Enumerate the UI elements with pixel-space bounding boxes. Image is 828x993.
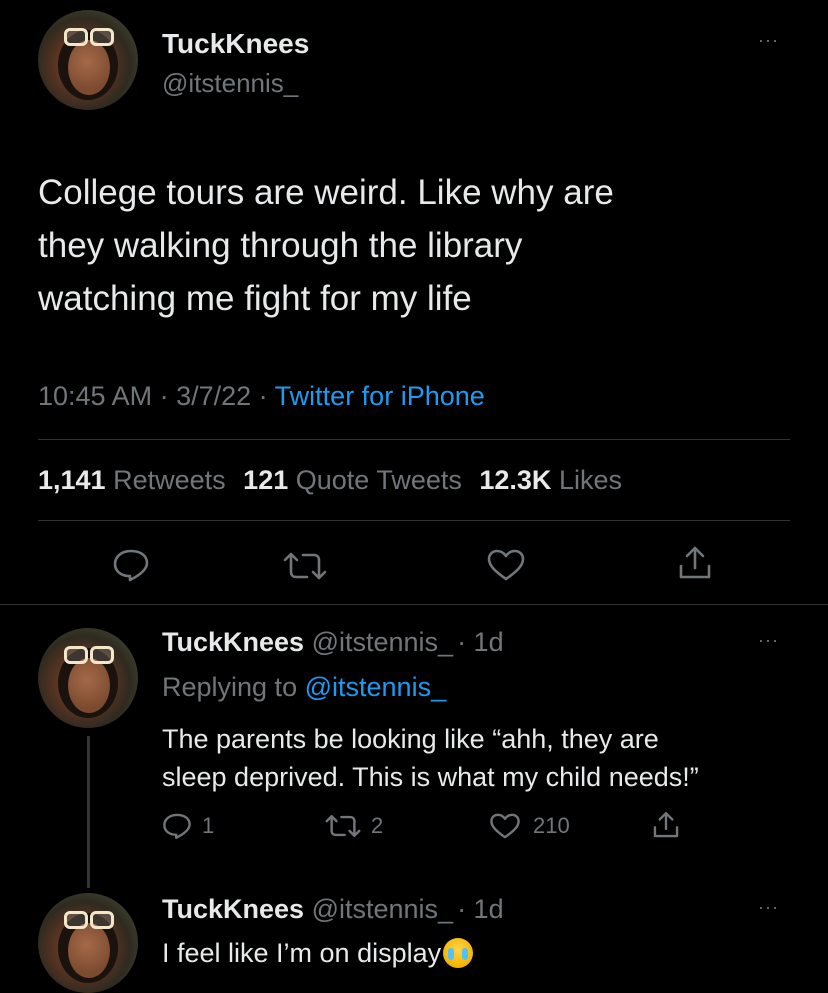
divider — [0, 604, 828, 605]
tweet-time[interactable]: 10:45 AM — [38, 381, 152, 411]
like-count: 210 — [533, 813, 570, 838]
tweet-text-line: The parents be looking like “ahh, they a… — [162, 724, 659, 754]
reply-header: TuckKnees @itstennis_ · 1d — [162, 894, 504, 925]
tweet-date[interactable]: 3/7/22 — [176, 381, 251, 411]
reply-icon — [163, 813, 191, 840]
thread-line — [87, 736, 90, 888]
retweet-icon[interactable] — [283, 550, 327, 582]
avatar[interactable] — [38, 628, 138, 728]
likes-stat[interactable]: 12.3K Likes — [479, 465, 622, 495]
author-display-name[interactable]: TuckKnees — [162, 894, 304, 924]
more-options-icon[interactable]: ··· — [758, 630, 779, 651]
reply-icon[interactable] — [112, 548, 150, 582]
like-icon[interactable] — [486, 548, 526, 582]
tweet-text-line: sleep deprived. This is what my child ne… — [162, 762, 699, 792]
tweet-source-link[interactable]: Twitter for iPhone — [275, 381, 485, 411]
avatar[interactable] — [38, 10, 138, 110]
retweet-button[interactable]: 2 — [325, 813, 383, 839]
tweet-text: College tours are weird. Like why are th… — [38, 166, 614, 325]
meta-separator: · — [251, 381, 275, 411]
retweet-count: 2 — [371, 813, 384, 838]
author-handle[interactable]: @itstennis_ — [312, 627, 453, 657]
reply-count: 1 — [202, 813, 215, 838]
author-handle[interactable]: @itstennis_ — [162, 68, 298, 99]
like-icon — [490, 813, 520, 839]
quote-tweets-stat[interactable]: 121 Quote Tweets — [243, 465, 462, 495]
more-options-icon[interactable]: ··· — [758, 30, 779, 51]
share-icon[interactable] — [651, 810, 681, 840]
avatar[interactable] — [38, 893, 138, 993]
tweet-meta: 10:45 AM · 3/7/22 · Twitter for iPhone — [38, 381, 485, 412]
tweet-text-line: College tours are weird. Like why are — [38, 173, 614, 212]
tweet-stats: 1,141 Retweets 121 Quote Tweets 12.3K Li… — [38, 465, 622, 496]
retweets-stat[interactable]: 1,141 Retweets — [38, 465, 226, 495]
author-display-name[interactable]: TuckKnees — [162, 28, 309, 60]
divider — [38, 439, 790, 440]
author-handle[interactable]: @itstennis_ — [312, 894, 453, 924]
tweet-text-line: watching me fight for my life — [38, 279, 472, 318]
replying-to: Replying to @itstennis_ — [162, 672, 447, 702]
reply-header: TuckKnees @itstennis_ · 1d — [162, 627, 504, 658]
like-button[interactable]: 210 — [489, 812, 570, 840]
tweet-text-line: they walking through the library — [38, 226, 523, 265]
tweet-age[interactable]: · 1d — [457, 894, 504, 924]
tweet-age[interactable]: · 1d — [457, 627, 504, 657]
loudly-crying-face-icon — [443, 938, 474, 968]
tweet-text-line: I feel like I’m on display — [162, 938, 442, 968]
replying-to-handle[interactable]: @itstennis_ — [305, 672, 446, 702]
retweet-icon — [325, 815, 361, 837]
divider — [38, 520, 790, 521]
share-icon[interactable] — [676, 544, 714, 582]
meta-separator: · — [152, 381, 177, 411]
tweet-text: I feel like I’m on display — [162, 938, 474, 969]
more-options-icon[interactable]: ··· — [758, 897, 779, 918]
author-display-name[interactable]: TuckKnees — [162, 627, 304, 657]
reply-button[interactable]: 1 — [162, 812, 214, 840]
tweet-text: The parents be looking like “ahh, they a… — [162, 720, 699, 796]
